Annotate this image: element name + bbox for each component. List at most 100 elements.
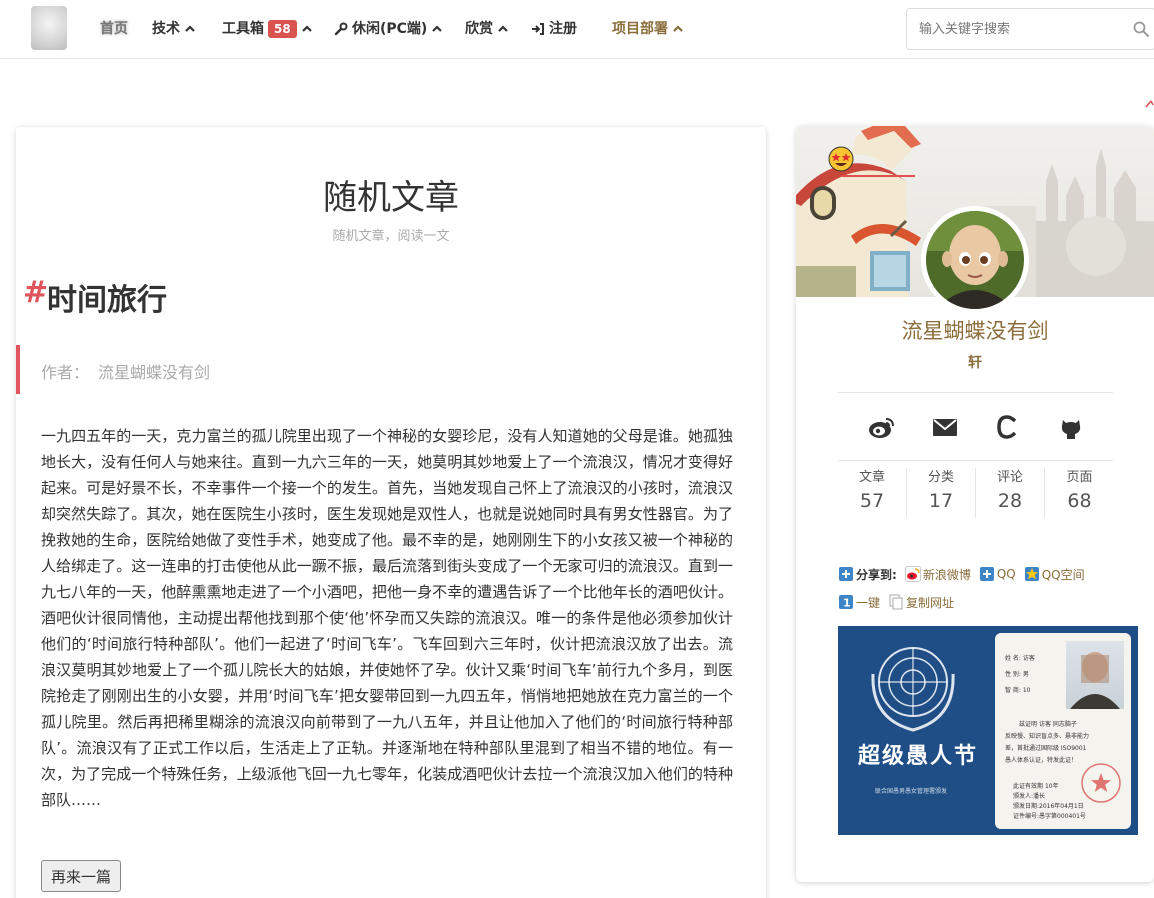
april-fools-promo-image[interactable]: 超级愚人节 联合国愚男愚女管理署颁发 姓 名: 访客 性 别: 男 智 商: 1… [838,626,1138,835]
nav-leisure-label: 休闲(PC端) [352,21,428,37]
profile-card: 流星蝴蝶没有剑 轩 文章 57 分类 17 评论 28 页面 68 分享到: 新… [796,126,1154,882]
author-quote-bar [16,345,20,394]
nav-project[interactable]: 项目部署 [612,18,684,40]
nav-appreciate-label: 欣赏 [465,21,493,37]
id-gender-value: 男 [1022,671,1029,678]
github-icon[interactable] [1057,414,1085,440]
share-label: 分享到: [856,567,897,582]
chevron-up-icon [432,25,443,32]
share-row: 分享到: 新浪微博 QQ QQ空间 [838,564,1093,584]
id-name-label: 姓 名: [1005,655,1021,662]
title-hash-mark: # [23,275,49,310]
id-photo [1066,641,1124,709]
id-name-row: 姓 名: 访客 [1005,653,1035,662]
stat-value: 28 [997,490,1023,512]
stat-value: 57 [859,490,885,512]
promo-subtitle: 联合国愚男愚女管理署颁发 [875,788,948,795]
promo-title: 超级愚人节 [858,744,979,769]
stat-comments[interactable]: 评论 28 [976,468,1045,518]
share-copy-url-link[interactable]: 复制网址 [906,594,954,611]
nav-register-label: 注册 [549,21,577,37]
stat-label: 分类 [927,470,954,485]
id-valid-row: 此证有效期 10年 [1013,781,1059,790]
stats-divider [838,460,1113,461]
mail-icon[interactable] [931,414,959,440]
nav-register[interactable]: 注册 [531,18,577,40]
stat-value: 17 [928,490,954,512]
stat-categories[interactable]: 分类 17 [907,468,976,518]
article-title[interactable]: 时间旅行 [47,275,167,319]
id-cert-line: 愚人体系认证，特发此证！ [1005,757,1078,764]
id-valid-value: 10年 [1044,783,1059,790]
chevron-up-icon [498,25,508,32]
id-gender-row: 性 别: 男 [1005,669,1029,678]
share-row: 1 一键 复制网址 [838,592,962,612]
red-seal-stamp [1081,763,1121,803]
stat-label: 文章 [858,470,885,485]
article-body: 一九四五年的一天，克力富兰的孤儿院里出现了一个神秘的女婴珍尼，没有人知道她的父母… [41,427,733,809]
id-cert-name: 访客 [1038,721,1051,728]
search-input[interactable] [919,9,1119,49]
stat-pages[interactable]: 页面 68 [1045,468,1114,518]
banner-red-line [842,175,915,177]
id-photo-portrait [1070,652,1120,709]
copy-url-icon[interactable] [888,594,904,610]
share-qq-link[interactable]: QQ [997,567,1016,581]
stat-articles[interactable]: 文章 57 [838,468,907,518]
another-article-button[interactable]: 再来一篇 [41,860,121,892]
stat-label: 页面 [1066,470,1093,485]
qzone-share-icon[interactable] [1024,566,1040,582]
nav-home-label: 首页 [100,21,128,37]
avatar-image [926,211,1024,309]
id-cert-text: 同志脑子 [1052,721,1077,728]
one-key-share-icon[interactable]: 1 [838,594,854,610]
chevron-up-icon [673,25,683,32]
nav-home[interactable]: 首页 [100,18,128,40]
edge-arrow-icon [1145,100,1154,108]
share-weibo-link[interactable]: 新浪微博 [923,566,971,583]
id-valid-label: 此证有效期 [1013,783,1044,790]
id-cert-line: 反映慢、知识盲点多、悬非能力 [1005,733,1090,740]
id-cert-line: 兹证明 访客 同志脑子 [1019,719,1077,728]
search-icon[interactable] [1133,21,1149,37]
share-qzone-link[interactable]: QQ空间 [1042,566,1085,583]
search-box [906,8,1154,50]
profile-divider [838,392,1113,393]
nav-tech-label: 技术 [152,21,180,37]
chevron-up-icon [185,25,195,32]
top-navbar: 首页 技术 工具箱 58 休闲(PC端) 欣赏 注册 项目部署 [0,0,1154,59]
weibo-icon[interactable] [868,414,896,440]
author-label: 作者： [41,363,90,382]
nav-project-label: 项目部署 [612,21,668,37]
author-name: 流星蝴蝶没有剑 [98,363,211,382]
page-title: 随机文章 [323,178,459,218]
id-cert-line: 差，首批通过国际级 ISO9001 [1005,745,1087,752]
id-name-value: 访客 [1022,655,1035,662]
avatar[interactable] [926,211,1024,309]
share-one-key-link[interactable]: 一键 [856,594,880,611]
id-iq-label: 智 商: [1005,687,1021,694]
id-gender-label: 性 别: [1005,671,1021,678]
profile-name[interactable]: 流星蝴蝶没有剑 [796,315,1154,345]
nav-appreciate[interactable]: 欣赏 [465,18,509,40]
id-cert-text: 兹证明 [1019,721,1038,728]
site-logo[interactable] [31,6,67,50]
nav-leisure[interactable]: 休闲(PC端) [334,18,443,40]
id-iq-row: 智 商: 10 [1005,685,1031,694]
share-plus-icon [839,567,853,581]
article-card: 随机文章 随机文章，阅读一文 # 时间旅行 作者： 流星蝴蝶没有剑 一九四五年的… [16,127,766,898]
csdn-icon[interactable] [994,414,1022,440]
qq-share-icon[interactable] [979,566,995,582]
id-issuer: 颁发人:潘长 [1013,793,1046,800]
wrench-icon [334,22,348,36]
stat-label: 评论 [996,470,1023,485]
sign-in-icon [532,23,544,35]
un-emblem-icon [871,647,955,732]
profile-motto: 轩 [968,355,982,371]
page-subtitle: 随机文章，阅读一文 [332,229,450,244]
weibo-share-icon[interactable] [904,566,921,582]
nav-toolbox[interactable]: 工具箱 58 [222,18,313,40]
nav-tech[interactable]: 技术 [152,18,196,40]
chevron-up-icon [301,25,312,32]
id-card: 姓 名: 访客 性 别: 男 智 商: 10 兹证明 访客 同志脑子 反映慢、知… [995,633,1131,829]
